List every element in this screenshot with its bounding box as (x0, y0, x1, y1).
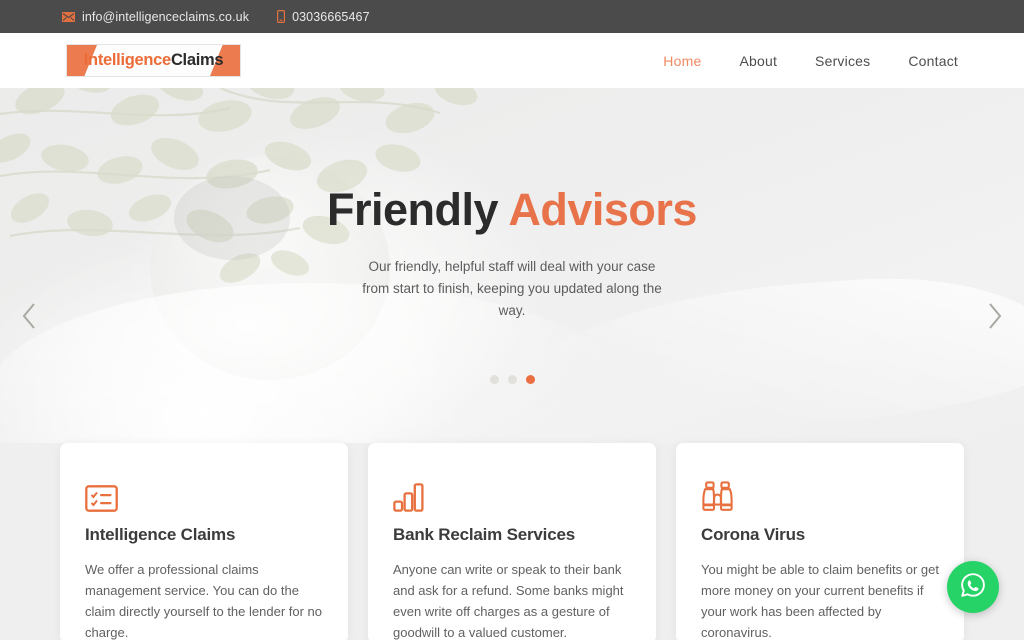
logo[interactable]: IntelligenceClaims (66, 44, 241, 77)
hero-title: Friendly Advisors (327, 186, 697, 233)
nav-item-home[interactable]: Home (663, 53, 701, 69)
carousel-next-button[interactable] (978, 301, 1012, 335)
hero-carousel: Friendly Advisors Our friendly, helpful … (0, 88, 1024, 443)
binoculars-icon (701, 472, 939, 512)
feature-card-title: Intelligence Claims (85, 525, 236, 544)
feature-card-bank-reclaim-services[interactable]: Bank Reclaim Services Anyone can write o… (368, 443, 656, 640)
feature-card-body: You might be able to claim benefits or g… (701, 562, 939, 640)
feature-card-corona-virus[interactable]: Corona Virus You might be able to claim … (676, 443, 964, 640)
top-contact-bar: info@intelligenceclaims.co.uk 0303666546… (0, 0, 1024, 33)
feature-card-intelligence-claims[interactable]: Intelligence Claims We offer a professio… (60, 443, 348, 640)
logo-word-intelligence: Intelligence (83, 51, 171, 69)
feature-card-title: Corona Virus (701, 525, 806, 544)
hero-title-plain: Friendly (327, 184, 509, 235)
feature-card-title: Bank Reclaim Services (393, 525, 575, 544)
whatsapp-chat-button[interactable] (947, 561, 999, 613)
hero-content: Friendly Advisors Our friendly, helpful … (0, 88, 1024, 443)
whatsapp-icon (959, 571, 987, 604)
feature-card-body: We offer a professional claims managemen… (85, 562, 322, 640)
topbar-phone-text: 03036665467 (292, 9, 370, 24)
nav-item-services[interactable]: Services (815, 53, 870, 69)
logo-text: IntelligenceClaims (84, 51, 224, 70)
site-header: IntelligenceClaims Home About Services C… (0, 33, 1024, 88)
mobile-phone-icon (277, 10, 286, 23)
feature-cards: Intelligence Claims We offer a professio… (0, 443, 1024, 640)
hero-subtitle: Our friendly, helpful staff will deal wi… (362, 259, 662, 318)
main-nav: Home About Services Contact (663, 53, 958, 69)
carousel-dot-3[interactable] (525, 375, 535, 384)
topbar-phone[interactable]: 03036665467 (277, 10, 370, 24)
nav-item-about[interactable]: About (739, 53, 777, 69)
carousel-dot-1[interactable] (489, 375, 499, 384)
checklist-icon (85, 472, 323, 512)
feature-card-body: Anyone can write or speak to their bank … (393, 562, 624, 640)
carousel-dots (0, 375, 1024, 384)
bar-chart-icon (393, 472, 631, 512)
logo-word-claims: Claims (170, 51, 224, 69)
carousel-dot-2[interactable] (507, 375, 517, 384)
nav-item-contact[interactable]: Contact (908, 53, 958, 69)
hero-title-accent: Advisors (508, 184, 697, 235)
topbar-email-text: info@intelligenceclaims.co.uk (82, 9, 250, 24)
page-root: info@intelligenceclaims.co.uk 0303666546… (0, 0, 1024, 640)
chevron-right-icon (985, 301, 1005, 336)
carousel-prev-button[interactable] (12, 301, 46, 335)
envelope-icon (62, 11, 75, 22)
chevron-left-icon (19, 301, 39, 336)
topbar-email[interactable]: info@intelligenceclaims.co.uk (62, 10, 249, 24)
